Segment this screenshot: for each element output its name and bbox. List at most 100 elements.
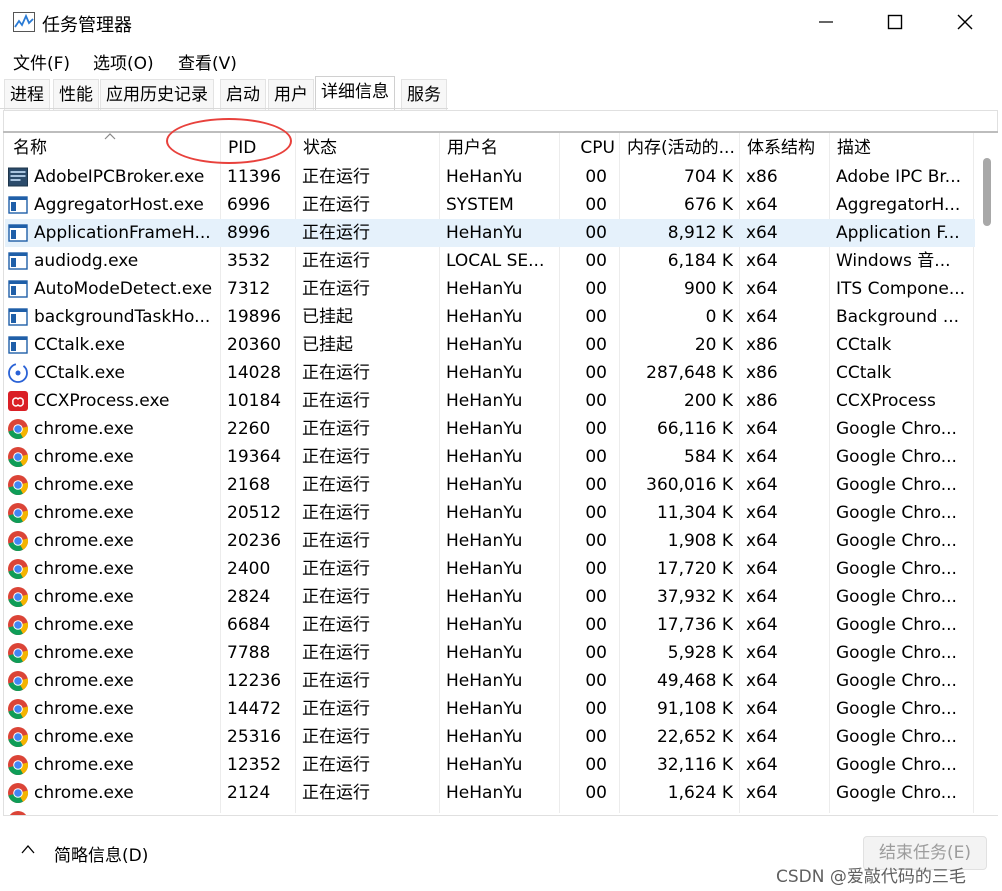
table-row[interactable]: chrome.exe 2168 正在运行 HeHanYu 00 360,016 K x64 G… xyxy=(5,471,975,499)
cell-name: AdobeIPCBroker.exe xyxy=(34,167,205,187)
table-row[interactable]: chrome.exe 2124 正在运行 HeHanYu 00 1,624 K x64 Goo… xyxy=(5,779,975,807)
table-row[interactable]: chrome.exe 2400 正在运行 HeHanYu 00 17,720 K x64 Go… xyxy=(5,555,975,583)
cell-architecture: x64 xyxy=(746,279,778,299)
cell-name: CCtalk.exe xyxy=(34,363,125,383)
cell-cpu: 00 xyxy=(585,251,607,271)
cell-description: AggregatorH... xyxy=(836,195,961,215)
cell-architecture: x86 xyxy=(746,335,778,355)
cell-status: 正在运行 xyxy=(302,699,370,719)
cell-cpu: 00 xyxy=(585,279,607,299)
scrollbar-thumb[interactable] xyxy=(983,158,991,226)
title-bar: 任务管理器 xyxy=(0,0,1002,44)
minimize-icon xyxy=(819,21,833,23)
table-row[interactable]: chrome.exe 12236 正在运行 HeHanYu 00 49,468 K x64 G… xyxy=(5,667,975,695)
cell-status: 正在运行 xyxy=(302,783,370,803)
cell-architecture: x64 xyxy=(746,503,778,523)
table-row[interactable] xyxy=(5,807,975,815)
cell-architecture: x64 xyxy=(746,727,778,747)
menu-view[interactable]: 查看(V) xyxy=(178,49,237,74)
table-row[interactable]: AdobeIPCBroker.exe 11396 正在运行 HeHanYu 00 704 … xyxy=(5,163,975,191)
cell-name: ApplicationFrameH... xyxy=(34,223,211,243)
cell-name: chrome.exe xyxy=(34,671,134,691)
table-header: 名称 PID 状态 用户名 CPU 内存(活动的... 体系结构 描述 xyxy=(5,133,975,813)
cell-memory: 900 K xyxy=(684,279,733,299)
adobe-cc-icon xyxy=(7,390,29,412)
cell-description: Google Chro... xyxy=(836,671,957,691)
column-header-cpu[interactable]: CPU xyxy=(559,133,619,163)
cell-status: 正在运行 xyxy=(302,195,370,215)
cell-memory: 200 K xyxy=(684,391,733,411)
cell-cpu: 00 xyxy=(585,447,607,467)
table-row[interactable]: chrome.exe 19364 正在运行 HeHanYu 00 584 K x64 Goog… xyxy=(5,443,975,471)
tab-app-history[interactable]: 应用历史记录 xyxy=(100,79,214,111)
tab-users[interactable]: 用户 xyxy=(268,79,314,111)
cell-pid: 3532 xyxy=(227,251,271,271)
table-row[interactable]: backgroundTaskHo... 19896 已挂起 HeHanYu 00 0 K x… xyxy=(5,303,975,331)
table-row[interactable]: CCtalk.exe 20360 已挂起 HeHanYu 00 20 K x86 CCtalk xyxy=(5,331,975,359)
cell-architecture: x64 xyxy=(746,419,778,439)
column-header-memory[interactable]: 内存(活动的... xyxy=(619,133,739,163)
cell-description: Google Chro... xyxy=(836,419,957,439)
menu-file[interactable]: 文件(F) xyxy=(13,49,70,74)
tab-processes[interactable]: 进程 xyxy=(4,79,50,111)
cell-username: LOCAL SE... xyxy=(446,251,545,271)
chrome-icon xyxy=(7,502,29,524)
table-row[interactable]: chrome.exe 25316 正在运行 HeHanYu 00 22,652 K x64 G… xyxy=(5,723,975,751)
menu-options[interactable]: 选项(O) xyxy=(93,49,154,74)
minimize-button[interactable] xyxy=(791,0,861,44)
cell-memory: 49,468 K xyxy=(656,671,733,691)
column-header-description[interactable]: 描述 xyxy=(829,133,975,163)
table-row[interactable]: chrome.exe 14472 正在运行 HeHanYu 00 91,108 K x64 G… xyxy=(5,695,975,723)
table-row[interactable]: CCtalk.exe 14028 正在运行 HeHanYu 00 287,648 K x86… xyxy=(5,359,975,387)
chevron-up-icon[interactable] xyxy=(20,844,36,854)
cell-memory: 704 K xyxy=(684,167,733,187)
cell-username: HeHanYu xyxy=(446,391,523,411)
tab-performance[interactable]: 性能 xyxy=(53,79,99,111)
chrome-icon xyxy=(7,754,29,776)
column-header-architecture[interactable]: 体系结构 xyxy=(739,133,829,163)
table-row[interactable]: ApplicationFrameH... 8996 正在运行 HeHanYu 00 8,9… xyxy=(5,219,975,247)
cell-status: 正在运行 xyxy=(302,503,370,523)
close-button[interactable] xyxy=(930,0,1000,44)
cell-cpu: 00 xyxy=(585,559,607,579)
cell-pid: 6996 xyxy=(227,195,271,215)
vertical-scrollbar[interactable] xyxy=(978,133,998,815)
cell-name: chrome.exe xyxy=(34,727,134,747)
cell-pid: 2824 xyxy=(227,587,271,607)
chrome-icon xyxy=(7,810,29,815)
cell-pid: 14028 xyxy=(227,363,282,383)
cell-description: CCtalk xyxy=(836,363,892,383)
table-row[interactable]: audiodg.exe 3532 正在运行 LOCAL SE... 00 6,184 K x… xyxy=(5,247,975,275)
table-row[interactable]: chrome.exe 2260 正在运行 HeHanYu 00 66,116 K x64 Go… xyxy=(5,415,975,443)
maximize-button[interactable] xyxy=(860,0,930,44)
tab-services[interactable]: 服务 xyxy=(401,79,447,111)
table-row[interactable]: chrome.exe 7788 正在运行 HeHanYu 00 5,928 K x64 Goo… xyxy=(5,639,975,667)
cell-description: Google Chro... xyxy=(836,727,957,747)
table-row[interactable]: chrome.exe 6684 正在运行 HeHanYu 00 17,736 K x64 Go… xyxy=(5,611,975,639)
cell-description: Background ... xyxy=(836,307,960,327)
chrome-icon xyxy=(7,418,29,440)
tab-startup[interactable]: 启动 xyxy=(220,79,266,111)
table-row[interactable]: chrome.exe 2824 正在运行 HeHanYu 00 37,932 K x64 Go… xyxy=(5,583,975,611)
watermark: CSDN @爱敲代码的三毛 xyxy=(776,867,966,887)
tab-details[interactable]: 详细信息 xyxy=(315,76,395,111)
table-row[interactable]: AggregatorHost.exe 6996 正在运行 SYSTEM 00 676 K x… xyxy=(5,191,975,219)
cell-name: chrome.exe xyxy=(34,531,134,551)
fewer-details-link[interactable]: 简略信息(D) xyxy=(54,841,148,866)
table-row[interactable]: chrome.exe 12352 正在运行 HeHanYu 00 32,116 K x64 G… xyxy=(5,751,975,779)
column-header-username[interactable]: 用户名 xyxy=(439,133,559,163)
close-icon xyxy=(957,14,973,30)
column-header-status[interactable]: 状态 xyxy=(295,133,439,163)
cell-cpu: 00 xyxy=(585,475,607,495)
table-row[interactable]: CCXProcess.exe 10184 正在运行 HeHanYu 00 200 K x86… xyxy=(5,387,975,415)
cell-description: ITS Compone... xyxy=(836,279,966,299)
cell-pid: 10184 xyxy=(227,391,282,411)
chrome-icon xyxy=(7,726,29,748)
cell-cpu: 00 xyxy=(585,615,607,635)
cell-name: chrome.exe xyxy=(34,475,134,495)
cell-username: HeHanYu xyxy=(446,363,523,383)
table-row[interactable]: AutoModeDetect.exe 7312 正在运行 HeHanYu 00 900 K… xyxy=(5,275,975,303)
table-row[interactable]: chrome.exe 20236 正在运行 HeHanYu 00 1,908 K x64 Go… xyxy=(5,527,975,555)
cell-architecture: x64 xyxy=(746,671,778,691)
table-row[interactable]: chrome.exe 20512 正在运行 HeHanYu 00 11,304 K x64 G… xyxy=(5,499,975,527)
